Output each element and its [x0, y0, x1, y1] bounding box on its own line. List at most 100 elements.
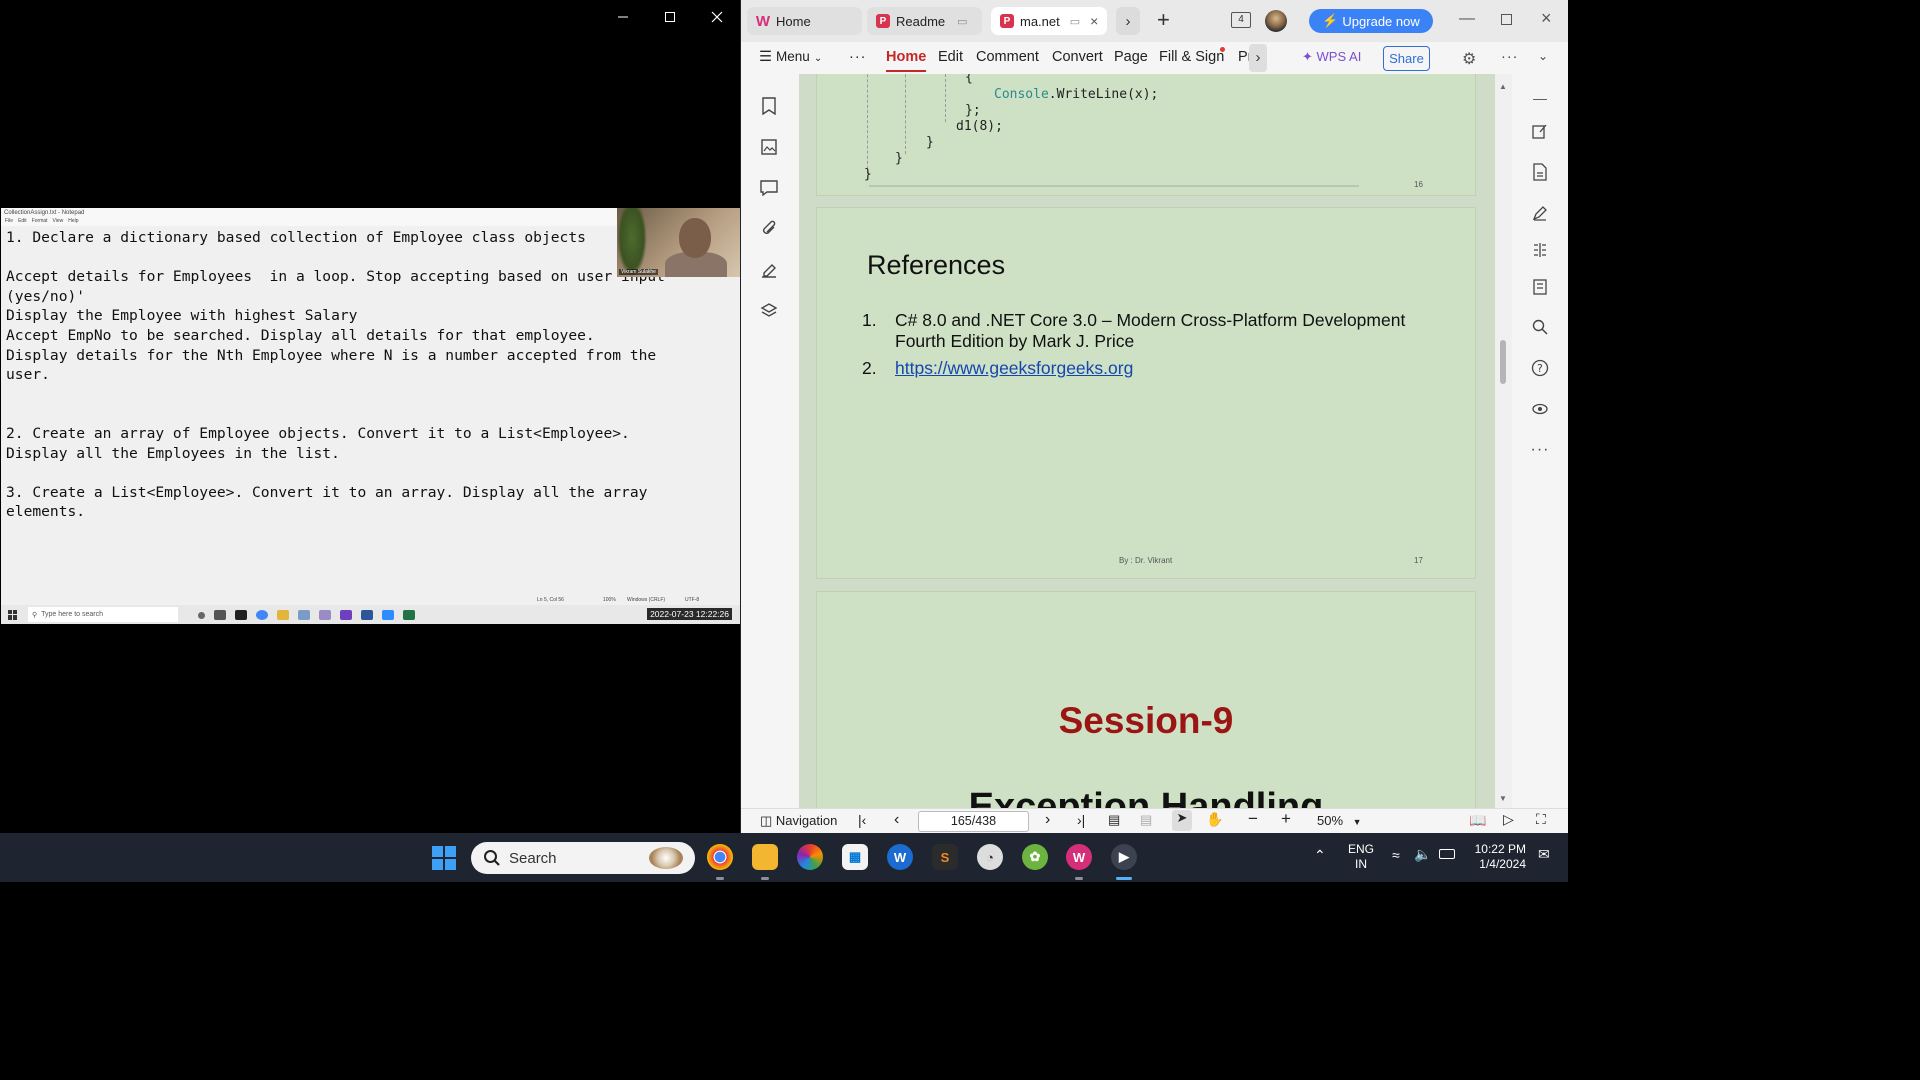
scroll-up-icon[interactable]: ▲ [1499, 82, 1507, 91]
signature-icon[interactable] [759, 260, 779, 280]
thumbnail-icon[interactable] [759, 137, 779, 157]
ribbon-scroll-right-button[interactable]: › [1249, 44, 1267, 72]
ribbon-tab-home[interactable]: Home [886, 49, 926, 65]
wps-minimize-button[interactable]: — [1459, 10, 1475, 28]
maximize-button[interactable] [646, 0, 693, 34]
sublime-text-icon[interactable]: S [932, 844, 958, 870]
first-page-icon[interactable]: |‹ [858, 812, 866, 828]
search-icon [484, 850, 500, 866]
comment-icon[interactable] [759, 178, 779, 198]
tab-count-button[interactable]: 4 [1231, 12, 1251, 28]
notification-bell-icon[interactable]: ✉ [1538, 846, 1550, 863]
fit-page-icon[interactable]: ▤ [1140, 812, 1152, 828]
eye-protection-icon[interactable] [1530, 399, 1550, 419]
ribbon-tab-comment[interactable]: Comment [976, 49, 1039, 65]
last-page-icon[interactable]: ›| [1077, 812, 1085, 828]
notepad-menu-edit: Edit [18, 218, 27, 224]
settings-gear-icon[interactable]: ⚙ [1462, 49, 1476, 69]
volume-icon[interactable]: 🔈 [1414, 846, 1431, 863]
new-tab-button[interactable]: + [1157, 9, 1170, 31]
select-cursor-icon[interactable]: ➤ [1172, 810, 1192, 831]
ribbon-tab-convert[interactable]: Convert [1052, 49, 1103, 65]
battery-icon[interactable] [1439, 849, 1455, 859]
bookmark-icon[interactable] [759, 96, 779, 116]
edit-pdf-icon[interactable] [1530, 121, 1550, 141]
show-hidden-icons-button[interactable]: ⌃ [1314, 847, 1326, 864]
more-tools-icon[interactable]: ··· [1530, 440, 1550, 460]
vertical-scrollbar[interactable]: ▲ ▼ [1495, 74, 1512, 808]
ribbon-tab-fill-sign[interactable]: Fill & Sign [1159, 49, 1224, 65]
file-explorer-icon[interactable] [752, 844, 778, 870]
presenter-name: Vikram Sulakhe [619, 269, 658, 275]
minimize-button[interactable] [599, 0, 646, 34]
davinci-icon[interactable] [797, 844, 823, 870]
spring-tool-icon[interactable]: ✿ [1022, 844, 1048, 870]
media-player-icon[interactable]: ▶ [1111, 844, 1137, 870]
windows-start-icon [8, 609, 18, 620]
zoom-level-dropdown[interactable]: 50% ▼ [1317, 813, 1362, 828]
page-number-input[interactable]: 165/438 [918, 811, 1029, 832]
text-line: 2. Create an array of Employee objects. … [6, 424, 630, 442]
pdf-icon: P [1000, 14, 1014, 28]
pen-icon[interactable] [1530, 203, 1550, 223]
upgrade-button[interactable]: ⚡ Upgrade now [1309, 9, 1433, 33]
next-page-icon[interactable]: › [1045, 811, 1050, 829]
tab-ma-net[interactable]: P ma.net ▭ × [991, 7, 1107, 35]
prev-page-icon[interactable]: ‹ [894, 811, 899, 829]
user-avatar[interactable] [1265, 10, 1287, 32]
collapse-panel-icon[interactable]: — [1530, 88, 1550, 108]
page-layout-icon[interactable] [1530, 277, 1550, 297]
overflow-menu-icon[interactable]: ··· [1501, 49, 1519, 65]
play-icon[interactable]: ▷ [1503, 811, 1514, 828]
help-icon[interactable]: ? [1530, 358, 1550, 378]
language-indicator[interactable]: ENG IN [1348, 842, 1374, 872]
excel-icon [403, 609, 415, 620]
tab-home-label: Home [776, 13, 811, 29]
wps-close-button[interactable]: × [1541, 8, 1552, 29]
attachment-icon[interactable] [759, 219, 779, 239]
tab-home[interactable]: W Home [747, 7, 862, 35]
scroll-down-icon[interactable]: ▼ [1499, 794, 1507, 803]
layers-icon[interactable] [759, 301, 779, 321]
taskbar-search[interactable]: Search [471, 842, 695, 874]
fullscreen-icon[interactable]: ⛶ [1536, 811, 1546, 828]
search-icon[interactable] [1530, 317, 1550, 337]
chrome-icon[interactable] [707, 844, 733, 870]
zoom-in-icon[interactable]: + [1281, 809, 1291, 829]
share-button[interactable]: Share [1383, 46, 1430, 71]
start-button[interactable] [432, 846, 456, 870]
right-tool-sidebar: — ? ··· [1512, 74, 1568, 808]
convert-pdf-icon[interactable] [1530, 162, 1550, 182]
ribbon-tab-edit[interactable]: Edit [938, 49, 963, 65]
wifi-icon[interactable]: ≈ [1392, 847, 1400, 863]
menu-button[interactable]: ☰ Menu ⌄ [759, 49, 822, 65]
reference-link[interactable]: https://www.geeksforgeeks.org [895, 358, 1133, 378]
notepad-statusbar: Ln 5, Col 56 100% Windows (CRLF) UTF-8 [1, 595, 740, 605]
tab-readme[interactable]: P Readme ▭ [867, 7, 982, 35]
more-options-icon[interactable]: ··· [849, 49, 867, 65]
wps-writer-icon[interactable]: W [887, 844, 913, 870]
scrollbar-thumb[interactable] [1500, 340, 1506, 384]
text-line: Display details for the Nth Employee whe… [6, 346, 657, 364]
hand-tool-icon[interactable]: ✋ [1206, 811, 1223, 828]
clock-app-icon[interactable]: ◔ [977, 844, 1003, 870]
clock[interactable]: 10:22 PM 1/4/2024 [1470, 842, 1526, 872]
ribbon-tab-page[interactable]: Page [1114, 49, 1148, 65]
navigation-button[interactable]: ◫ Navigation [760, 813, 837, 829]
wps-office-icon[interactable]: W [1066, 844, 1092, 870]
tabs-scroll-right-button[interactable]: › [1116, 7, 1140, 35]
collapse-ribbon-icon[interactable]: ⌄ [1538, 49, 1548, 63]
document-viewport[interactable]: { Console.WriteLine(x); }; d1(8); } } } … [799, 74, 1495, 808]
read-mode-icon[interactable]: 📖 [1469, 812, 1486, 829]
webcam-thumbnail[interactable]: Vikram Sulakhe [617, 208, 740, 277]
close-button[interactable] [693, 0, 740, 34]
fit-width-icon[interactable]: ▤ [1108, 812, 1120, 828]
microsoft-store-icon[interactable]: ▦ [842, 844, 868, 870]
wps-maximize-button[interactable] [1501, 14, 1512, 25]
tab-close-icon[interactable]: × [1090, 13, 1098, 29]
wps-ai-button[interactable]: ✦ WPS AI [1302, 49, 1361, 65]
compare-icon[interactable] [1530, 240, 1550, 260]
zoom-out-icon[interactable]: − [1248, 809, 1258, 829]
hamburger-icon: ☰ [759, 49, 772, 65]
navigation-label: Navigation [775, 813, 838, 828]
